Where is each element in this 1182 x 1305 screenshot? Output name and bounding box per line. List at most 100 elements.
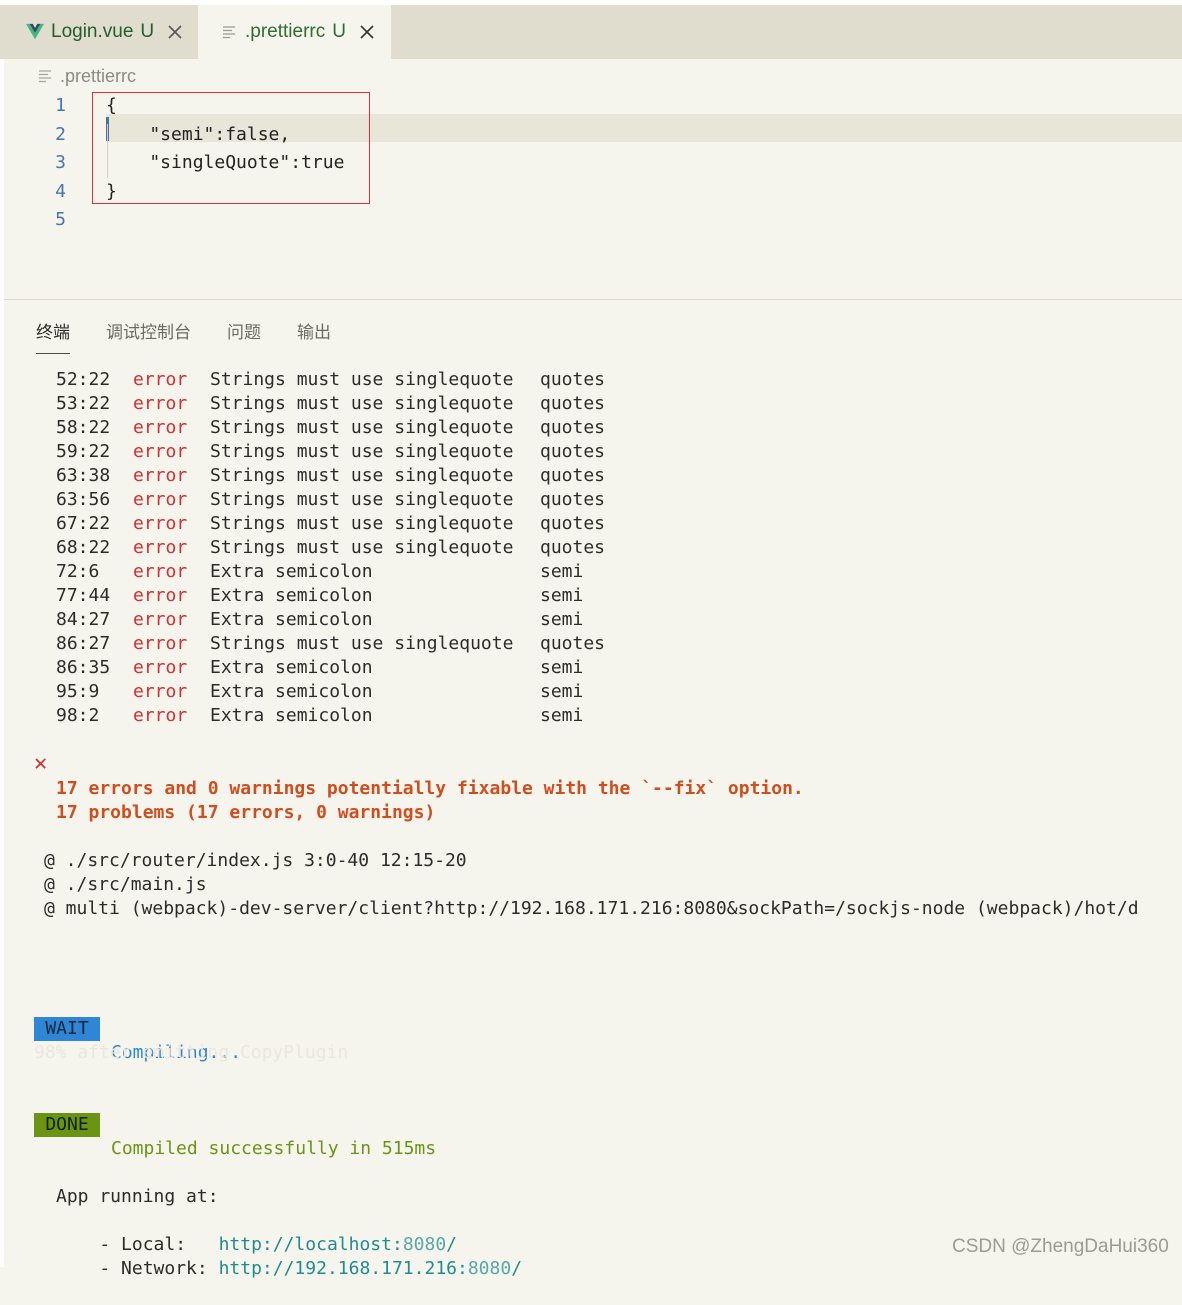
- lint-rule: quotes: [540, 513, 606, 534]
- tab-label: .prettierrc: [245, 21, 326, 42]
- lint-rule: semi: [540, 681, 584, 702]
- problems-summary-line: ✕ 17 problems (17 errors, 0 warnings): [0, 751, 900, 824]
- lint-position: 98:2: [56, 705, 100, 726]
- network-label: - Network:: [99, 1258, 219, 1279]
- lint-message: Strings must use singlequote: [210, 633, 514, 654]
- lint-row: 77:44 error Extra semicolon semi: [0, 584, 700, 608]
- progress-text: 98% after emitting CopyPlugin: [34, 1042, 349, 1063]
- lint-rule: semi: [540, 585, 584, 606]
- lint-row: 63:38 error Strings must use singlequote qu…: [0, 464, 700, 488]
- lint-message: Strings must use singlequote: [210, 417, 514, 438]
- lint-position: 68:22: [56, 537, 111, 558]
- lint-position: 63:56: [56, 489, 111, 510]
- lint-level: error: [133, 609, 188, 630]
- lint-rule: semi: [540, 657, 584, 678]
- close-icon[interactable]: [168, 25, 182, 39]
- trace-line: @ multi (webpack)-dev-server/client?http…: [44, 898, 1139, 919]
- lint-level: error: [133, 681, 188, 702]
- error-x-icon: ✕: [34, 751, 48, 776]
- done-badge: DONE: [34, 1113, 100, 1137]
- lint-message: Extra semicolon: [210, 681, 373, 702]
- lint-level: error: [133, 417, 188, 438]
- breadcrumb[interactable]: .prettierrc: [38, 64, 136, 88]
- tab-output[interactable]: 输出: [297, 314, 331, 354]
- lint-level: error: [133, 465, 188, 486]
- panel-divider[interactable]: [4, 299, 1182, 300]
- lint-position: 58:22: [56, 417, 111, 438]
- lint-row: 58:22 error Strings must use singlequote qu…: [0, 416, 700, 440]
- lint-rule: semi: [540, 609, 584, 630]
- lint-level: error: [133, 705, 188, 726]
- lint-rule: quotes: [540, 417, 606, 438]
- breadcrumb-file[interactable]: .prettierrc: [60, 66, 136, 87]
- lint-level: error: [133, 537, 188, 558]
- lint-row: 59:22 error Strings must use singlequote qu…: [0, 440, 700, 464]
- lint-row: 63:56 error Strings must use singlequote qu…: [0, 488, 700, 512]
- lint-level: error: [133, 657, 188, 678]
- network-url-line: - Network: http://192.168.171.216:8080/: [56, 1233, 522, 1279]
- lint-message: Strings must use singlequote: [210, 489, 514, 510]
- lint-rule: quotes: [540, 465, 606, 486]
- lint-position: 84:27: [56, 609, 111, 630]
- tab-prettierrc[interactable]: .prettierrc U: [198, 5, 391, 59]
- success-text: Compiled successfully in 515ms: [111, 1138, 437, 1159]
- code-line[interactable]: 5: [0, 206, 1182, 235]
- lint-message: Strings must use singlequote: [210, 369, 514, 390]
- file-lines-icon: [39, 70, 51, 83]
- tab-terminal[interactable]: 终端: [36, 314, 70, 354]
- tab-untracked-badge: U: [140, 21, 155, 42]
- lint-rule: quotes: [540, 393, 606, 414]
- lint-row: 86:27 error Strings must use singlequote qu…: [0, 632, 700, 656]
- lint-position: 77:44: [56, 585, 111, 606]
- lint-rule: quotes: [540, 441, 606, 462]
- tab-problems[interactable]: 问题: [227, 314, 261, 354]
- lint-level: error: [133, 633, 188, 654]
- lint-level: error: [133, 585, 188, 606]
- lint-level: error: [133, 561, 188, 582]
- file-lines-icon: [223, 26, 235, 39]
- annotation-box: [92, 92, 370, 204]
- lint-position: 59:22: [56, 441, 111, 462]
- close-icon[interactable]: [360, 25, 374, 39]
- tab-debug-console[interactable]: 调试控制台: [106, 314, 191, 354]
- fixable-note: 17 errors and 0 warnings potentially fix…: [56, 778, 804, 799]
- lint-row: 98:2 error Extra semicolon semi: [0, 704, 700, 728]
- lint-message: Extra semicolon: [210, 561, 373, 582]
- lint-position: 95:9: [56, 681, 100, 702]
- lint-row: 52:22 error Strings must use singlequote qu…: [0, 368, 700, 392]
- lint-row: 86:35 error Extra semicolon semi: [0, 656, 700, 680]
- line-number: 5: [55, 209, 66, 230]
- lint-position: 86:27: [56, 633, 111, 654]
- tab-label: Login.vue: [51, 21, 134, 42]
- lint-position: 63:38: [56, 465, 111, 486]
- lint-level: error: [133, 489, 188, 510]
- lint-message: Strings must use singlequote: [210, 465, 514, 486]
- lint-position: 86:35: [56, 657, 111, 678]
- line-number: 4: [55, 180, 66, 202]
- lint-row: 72:6 error Extra semicolon semi: [0, 560, 700, 584]
- lint-rule: semi: [540, 561, 584, 582]
- lint-rule: quotes: [540, 633, 606, 654]
- line-number: 2: [55, 123, 66, 145]
- line-number: 3: [55, 152, 66, 173]
- lint-message: Extra semicolon: [210, 585, 373, 606]
- panel-tabs: 终端 调试控制台 问题 输出: [36, 314, 367, 354]
- lint-position: 67:22: [56, 513, 111, 534]
- lint-message: Strings must use singlequote: [210, 513, 514, 534]
- app-running-text: App running at:: [56, 1186, 219, 1207]
- problems-summary: 17 problems (17 errors, 0 warnings): [56, 802, 436, 823]
- tab-login-vue[interactable]: Login.vue U: [4, 5, 198, 59]
- lint-row: 95:9 error Extra semicolon semi: [0, 680, 700, 704]
- done-line: DONE Compiled successfully in 515ms: [0, 1089, 600, 1159]
- lint-message: Extra semicolon: [210, 705, 373, 726]
- lint-row: 67:22 error Strings must use singlequote qu…: [0, 512, 700, 536]
- network-url-link[interactable]: http://192.168.171.216:8080/: [219, 1258, 522, 1279]
- lint-row: 53:22 error Strings must use singlequote qu…: [0, 392, 700, 416]
- line-number: 1: [55, 95, 66, 116]
- lint-message: Strings must use singlequote: [210, 537, 514, 558]
- watermark: CSDN @ZhengDaHui360: [952, 1236, 1169, 1257]
- lint-position: 72:6: [56, 561, 100, 582]
- wait-line: WAIT Compiling...: [0, 993, 400, 1063]
- lint-message: Strings must use singlequote: [210, 441, 514, 462]
- wait-badge: WAIT: [34, 1017, 100, 1041]
